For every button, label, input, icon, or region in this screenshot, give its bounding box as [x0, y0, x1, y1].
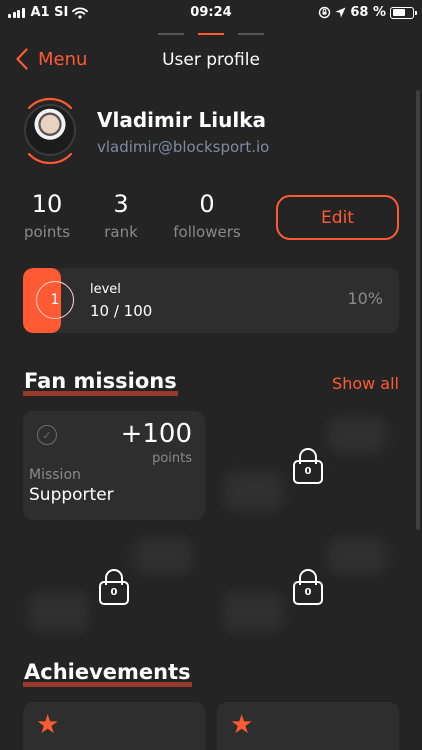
lock-icon: 0	[293, 568, 323, 605]
level-progress-text: 10 / 100	[90, 302, 153, 320]
scrollbar[interactable]	[416, 90, 420, 530]
user-email: vladimir@blocksport.io	[97, 138, 270, 156]
orientation-lock-icon	[319, 6, 331, 19]
achievement-card[interactable]: ★	[23, 702, 205, 750]
stat-points: 10 points	[23, 190, 71, 241]
battery-percent: 68 %	[350, 5, 386, 20]
locked-mission-card[interactable]: 0	[23, 532, 205, 641]
level-badge: 1	[36, 281, 74, 319]
navigation-bar: Menu User profile	[0, 44, 422, 78]
level-progress-card: 1 level 10 / 100 10%	[23, 268, 399, 333]
stat-value: 0	[199, 190, 215, 218]
page-dot	[238, 33, 264, 35]
page-dot-active	[198, 33, 224, 35]
page-indicator	[0, 33, 422, 35]
mission-name: Supporter	[29, 485, 114, 505]
mission-points: +100	[120, 419, 192, 449]
lock-count: 0	[293, 459, 323, 484]
locked-mission-card[interactable]: 0	[217, 411, 399, 520]
location-icon	[335, 7, 346, 18]
stat-followers: 0 followers	[171, 190, 243, 241]
lock-count: 0	[293, 580, 323, 605]
achievement-card[interactable]: ★	[217, 702, 399, 750]
show-all-link[interactable]: Show all	[332, 374, 399, 393]
locked-mission-card[interactable]: 0	[217, 532, 399, 641]
stat-rank: 3 rank	[100, 190, 142, 241]
page-title: User profile	[162, 50, 260, 70]
avatar[interactable]	[20, 96, 80, 164]
battery-icon	[390, 6, 417, 19]
edit-profile-button[interactable]: Edit	[276, 195, 399, 240]
stat-label: points	[23, 223, 71, 241]
page-dot	[158, 33, 184, 35]
fan-missions-title: Fan missions	[23, 369, 178, 396]
mission-points-label: points	[152, 451, 192, 466]
level-label: level	[90, 282, 121, 297]
status-right: 68 %	[318, 5, 417, 20]
mission-type: Mission	[29, 467, 81, 483]
stat-value: 3	[113, 190, 129, 218]
star-icon: ★	[230, 710, 254, 740]
stat-label: rank	[104, 223, 138, 241]
star-icon: ★	[36, 710, 60, 740]
lock-icon: 0	[99, 568, 129, 605]
mission-card-supporter[interactable]: ✓ +100 points Mission Supporter	[23, 411, 205, 520]
stat-value: 10	[31, 190, 63, 218]
stat-label: followers	[173, 223, 241, 241]
lock-icon: 0	[293, 447, 323, 484]
user-name: Vladimir Liulka	[97, 108, 267, 132]
avatar-photo	[24, 104, 76, 156]
status-bar: A1 SI 09:24 68 %	[0, 0, 422, 26]
check-circle-icon: ✓	[37, 425, 57, 445]
achievements-title: Achievements	[23, 660, 192, 687]
level-percent: 10%	[347, 289, 383, 308]
lock-count: 0	[99, 580, 129, 605]
